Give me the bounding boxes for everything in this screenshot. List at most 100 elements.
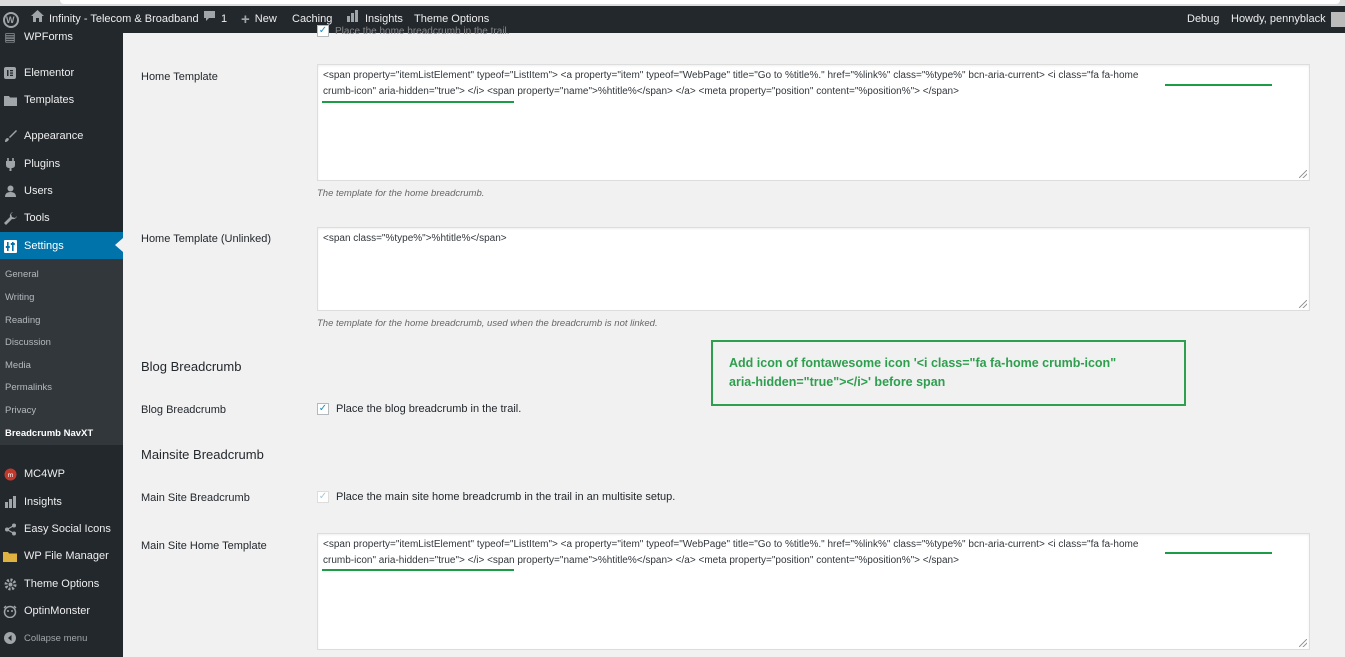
svg-text:m: m	[7, 472, 13, 479]
main-site-breadcrumb-option: ✓ Place the main site home breadcrumb in…	[317, 491, 675, 503]
sidebar-item-appearance[interactable]: Appearance	[0, 123, 123, 149]
new-label: New	[254, 13, 277, 25]
bar-chart-icon	[3, 495, 17, 509]
settings-submenu: General Writing Reading Discussion Media…	[0, 259, 123, 445]
users-icon	[3, 184, 17, 198]
sidebar-item-label: Insights	[24, 496, 62, 508]
submenu-item-permalinks[interactable]: Permalinks	[5, 382, 52, 393]
debug-label: Debug	[1187, 13, 1220, 25]
account-menu[interactable]: Howdy, pennyblack	[1231, 6, 1345, 33]
browser-tab-edge	[60, 0, 1340, 4]
home-breadcrumb-checkbox[interactable]: ✓	[317, 25, 329, 37]
wpforms-icon: ▤	[4, 30, 16, 44]
blog-breadcrumb-heading: Blog Breadcrumb	[141, 359, 242, 374]
sidebar-item-elementor[interactable]: Elementor	[0, 60, 123, 86]
sidebar-item-label: Theme Options	[24, 578, 100, 590]
sidebar-item-label: Tools	[24, 212, 50, 224]
collapse-menu-button[interactable]: Collapse menu	[0, 625, 123, 651]
sidebar-item-insights[interactable]: Insights	[0, 489, 123, 515]
debug-link[interactable]: Debug	[1187, 6, 1219, 33]
admin-bar: Infinity - Telecom & Broadband 1 + New C…	[0, 6, 1345, 33]
folder-icon	[3, 93, 17, 107]
main-site-home-template-label: Main Site Home Template	[141, 540, 267, 552]
main-site-breadcrumb-label: Main Site Breadcrumb	[141, 492, 250, 504]
main-site-breadcrumb-checkbox[interactable]: ✓	[317, 491, 329, 503]
home-breadcrumb-checkbox-label: Place the home breadcrumb in the trail.	[335, 25, 510, 37]
new-content-link[interactable]: + New	[241, 6, 277, 33]
comments-link[interactable]: 1	[203, 6, 227, 33]
annotation-underline	[322, 101, 514, 103]
submenu-item-breadcrumb-navxt[interactable]: Breadcrumb NavXT	[5, 428, 93, 439]
admin-sidebar: ▤ WPForms Elementor Templates Appearance…	[0, 30, 123, 657]
howdy-label: Howdy, pennyblack	[1231, 13, 1326, 25]
sidebar-item-label: Appearance	[24, 130, 84, 142]
home-template-unlinked-textarea[interactable]: <span class="%type%">%htitle%</span>	[317, 227, 1310, 311]
optinmonster-icon	[3, 604, 17, 618]
sidebar-item-templates[interactable]: Templates	[0, 87, 123, 113]
submenu-item-writing[interactable]: Writing	[5, 292, 34, 303]
collapse-icon	[3, 631, 17, 645]
sidebar-item-label: WPForms	[24, 31, 73, 43]
comments-count: 1	[221, 13, 228, 25]
annotation-underline	[1165, 84, 1272, 86]
blog-breadcrumb-checkbox-label: Place the blog breadcrumb in the trail.	[336, 403, 522, 415]
home-template-unlinked-label: Home Template (Unlinked)	[141, 233, 272, 245]
elementor-icon	[3, 66, 17, 80]
home-template-unlinked-value: <span class="%type%">%htitle%</span>	[323, 233, 507, 244]
sidebar-item-wp-file-manager[interactable]: WP File Manager	[0, 543, 123, 569]
main-site-home-template-textarea[interactable]: <span property="itemListElement" typeof=…	[317, 533, 1310, 650]
sidebar-item-label: WP File Manager	[24, 550, 109, 562]
home-template-unlinked-description: The template for the home breadcrumb, us…	[317, 318, 658, 329]
annotation-callout: Add icon of fontawesome icon '<i class="…	[711, 340, 1186, 406]
wrench-icon	[3, 211, 17, 225]
folder-icon	[3, 549, 17, 563]
sidebar-item-theme-options[interactable]: Theme Options	[0, 571, 123, 597]
sidebar-item-label: Users	[24, 185, 53, 197]
annotation-underline	[322, 569, 514, 571]
sidebar-item-label: Settings	[24, 240, 64, 252]
main-site-home-template-line-1: <span property="itemListElement" typeof=…	[323, 539, 1139, 550]
home-template-line-1: <span property="itemListElement" typeof=…	[323, 70, 1139, 81]
sidebar-item-settings[interactable]: Settings	[0, 232, 123, 260]
home-template-textarea[interactable]: <span property="itemListElement" typeof=…	[317, 64, 1310, 181]
submenu-item-reading[interactable]: Reading	[5, 315, 40, 326]
sidebar-item-mc4wp[interactable]: m MC4WP	[0, 461, 123, 487]
sidebar-item-label: Templates	[24, 94, 75, 106]
annotation-line-2: aria-hidden="true"></i>' before span	[729, 375, 946, 389]
blog-breadcrumb-label: Blog Breadcrumb	[141, 404, 226, 416]
sidebar-item-tools[interactable]: Tools	[0, 205, 123, 231]
resize-grip-icon[interactable]	[1299, 170, 1307, 178]
submenu-item-discussion[interactable]: Discussion	[5, 337, 51, 348]
sidebar-item-label: Collapse menu	[24, 632, 88, 644]
main-site-home-template-line-2: crumb-icon" aria-hidden="true"> </i> <sp…	[323, 555, 959, 566]
comment-icon	[203, 6, 216, 33]
annotation-underline	[1165, 552, 1272, 554]
gear-icon	[3, 577, 17, 591]
resize-grip-icon[interactable]	[1299, 639, 1307, 647]
annotation-text: Add icon of fontawesome icon '<i class="…	[729, 354, 1179, 392]
submenu-item-media[interactable]: Media	[5, 360, 31, 371]
mc4wp-icon: m	[3, 467, 17, 481]
resize-grip-icon[interactable]	[1299, 300, 1307, 308]
sidebar-item-plugins[interactable]: Plugins	[0, 151, 123, 177]
sidebar-item-users[interactable]: Users	[0, 178, 123, 204]
home-template-line-2: crumb-icon" aria-hidden="true"> </i> <sp…	[323, 86, 959, 97]
brush-icon	[3, 129, 17, 143]
home-template-description: The template for the home breadcrumb.	[317, 188, 485, 199]
blog-breadcrumb-checkbox[interactable]: ✓	[317, 403, 329, 415]
sidebar-item-easy-social-icons[interactable]: Easy Social Icons	[0, 516, 123, 542]
annotation-line-1: Add icon of fontawesome icon '<i class="…	[729, 356, 1117, 370]
submenu-item-general[interactable]: General	[5, 269, 39, 280]
sidebar-item-label: Elementor	[24, 67, 75, 79]
home-breadcrumb-option-partial: ✓ Place the home breadcrumb in the trail…	[317, 25, 510, 37]
sidebar-item-label: MC4WP	[24, 468, 65, 480]
sidebar-item-optinmonster[interactable]: OptinMonster	[0, 598, 123, 624]
submenu-item-privacy[interactable]: Privacy	[5, 405, 36, 416]
sidebar-item-label: OptinMonster	[24, 605, 91, 617]
sidebar-item-wpforms[interactable]: ▤ WPForms	[0, 24, 123, 50]
plus-icon: +	[241, 11, 250, 28]
plugin-icon	[3, 157, 17, 171]
main-site-breadcrumb-checkbox-label: Place the main site home breadcrumb in t…	[336, 491, 676, 503]
mainsite-breadcrumb-heading: Mainsite Breadcrumb	[141, 447, 264, 462]
settings-icon	[3, 239, 17, 253]
